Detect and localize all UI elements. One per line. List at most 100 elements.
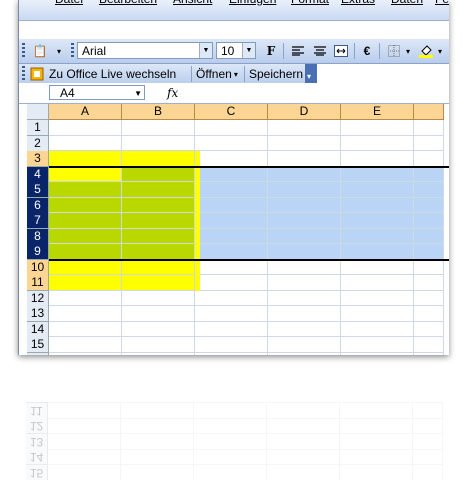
grid-cell[interactable] — [268, 244, 341, 260]
grid-cell[interactable] — [195, 120, 268, 136]
grid-cell[interactable] — [268, 337, 341, 353]
menu-item[interactable]: Einfügen — [229, 0, 276, 6]
save-button[interactable]: Speichern▾ — [249, 65, 309, 83]
grid-cell[interactable] — [195, 244, 268, 260]
grid-cell[interactable] — [49, 306, 122, 322]
row-header[interactable]: 3 — [27, 151, 49, 167]
grid-cell[interactable] — [195, 259, 268, 275]
row-header[interactable]: 8 — [27, 228, 49, 245]
grid-cell[interactable] — [195, 337, 268, 353]
toolbar-grip[interactable] — [71, 43, 74, 59]
grid-cell[interactable] — [195, 352, 268, 355]
menu-item[interactable]: Datei — [55, 0, 83, 6]
grid-cell[interactable] — [195, 151, 268, 167]
grid-cell[interactable] — [341, 321, 414, 337]
grid-cell[interactable] — [341, 151, 414, 167]
grid-cell[interactable] — [414, 151, 444, 167]
grid-cell[interactable] — [414, 259, 444, 275]
grid-cell[interactable] — [268, 259, 341, 275]
grid-cell[interactable] — [122, 244, 195, 260]
grid-cell[interactable] — [341, 120, 414, 136]
grid-cell[interactable] — [195, 166, 268, 182]
row-header[interactable]: 7 — [27, 213, 49, 229]
grid-cell[interactable] — [268, 321, 341, 337]
grid-cell[interactable] — [49, 213, 122, 229]
row-header[interactable]: 15 — [27, 337, 49, 353]
grid-cell[interactable] — [341, 259, 414, 275]
grid-cell[interactable] — [122, 166, 195, 182]
column-header[interactable]: B — [122, 104, 195, 120]
grid-cell[interactable] — [122, 321, 195, 337]
grid-cell[interactable] — [122, 290, 195, 306]
grid-cell[interactable] — [122, 197, 195, 213]
bold-button[interactable]: F — [263, 42, 279, 60]
grid-cell[interactable] — [414, 166, 444, 182]
grid-cell[interactable] — [49, 321, 122, 337]
chevron-down-icon[interactable]: ▼ — [134, 86, 142, 101]
grid-cell[interactable] — [414, 275, 444, 291]
chevron-down-icon[interactable]: ▾ — [403, 42, 413, 60]
grid-cell[interactable] — [268, 135, 341, 151]
row-header[interactable]: 14 — [27, 321, 49, 338]
grid-cell[interactable] — [268, 151, 341, 167]
grid-cell[interactable] — [268, 290, 341, 306]
menu-item[interactable]: Format — [291, 0, 329, 6]
toolbar-options-icon[interactable]: ▾ — [53, 42, 65, 60]
grid-cell[interactable] — [49, 259, 122, 275]
grid-cell[interactable] — [341, 352, 414, 355]
grid-cell[interactable] — [49, 197, 122, 213]
grid-cell[interactable] — [414, 182, 444, 198]
grid-cell[interactable] — [195, 197, 268, 213]
grid-cell[interactable] — [49, 290, 122, 306]
grid-cell[interactable] — [49, 244, 122, 260]
grid-cell[interactable] — [341, 213, 414, 229]
align-left-icon[interactable] — [289, 42, 307, 60]
grid-cell[interactable] — [268, 182, 341, 198]
menu-item[interactable]: Extras — [341, 0, 375, 6]
column-header[interactable]: E — [341, 104, 414, 120]
grid-cell[interactable] — [414, 135, 444, 151]
grid-cell[interactable] — [341, 197, 414, 213]
row-header[interactable]: 6 — [27, 197, 49, 214]
select-all-corner[interactable] — [27, 104, 49, 120]
row-header[interactable]: 2 — [27, 135, 49, 152]
grid-cell[interactable] — [122, 275, 195, 291]
grid-cell[interactable] — [122, 352, 195, 355]
menu-item[interactable]: Fenster — [435, 0, 449, 6]
grid-cell[interactable] — [49, 182, 122, 198]
grid-cell[interactable] — [414, 244, 444, 260]
grid-cell[interactable] — [122, 306, 195, 322]
row-header[interactable]: 16 — [27, 352, 49, 355]
grid-cell[interactable] — [122, 259, 195, 275]
column-header[interactable] — [414, 104, 444, 120]
grid-cell[interactable] — [414, 120, 444, 136]
toolbar-grip[interactable] — [22, 43, 25, 59]
grid-cell[interactable] — [195, 321, 268, 337]
grid-cell[interactable] — [414, 306, 444, 322]
grid-cell[interactable] — [49, 120, 122, 136]
grid-cell[interactable] — [341, 337, 414, 353]
grid-cell[interactable] — [268, 275, 341, 291]
grid-cell[interactable] — [122, 120, 195, 136]
grid-cell[interactable] — [341, 228, 414, 244]
euro-currency-button[interactable]: € — [359, 42, 375, 60]
row-header[interactable]: 13 — [27, 306, 49, 322]
borders-icon[interactable] — [385, 42, 403, 60]
grid-cell[interactable] — [341, 290, 414, 306]
open-button[interactable]: Öffnen ▾ — [196, 65, 238, 83]
grid-cell[interactable] — [341, 244, 414, 260]
toolbar-options-button[interactable]: ▾ — [305, 64, 317, 84]
grid-cell[interactable] — [49, 228, 122, 244]
grid-cell[interactable] — [195, 213, 268, 229]
row-header[interactable]: 11 — [27, 275, 49, 291]
grid-cell[interactable] — [341, 166, 414, 182]
grid-cell[interactable] — [341, 135, 414, 151]
fill-color-icon[interactable] — [417, 42, 435, 60]
grid-cell[interactable] — [195, 275, 268, 291]
grid-cell[interactable] — [122, 337, 195, 353]
grid-cell[interactable] — [414, 337, 444, 353]
grid-cell[interactable] — [122, 213, 195, 229]
merge-center-icon[interactable] — [332, 42, 350, 60]
grid-cell[interactable] — [414, 290, 444, 306]
grid-cell[interactable] — [122, 182, 195, 198]
